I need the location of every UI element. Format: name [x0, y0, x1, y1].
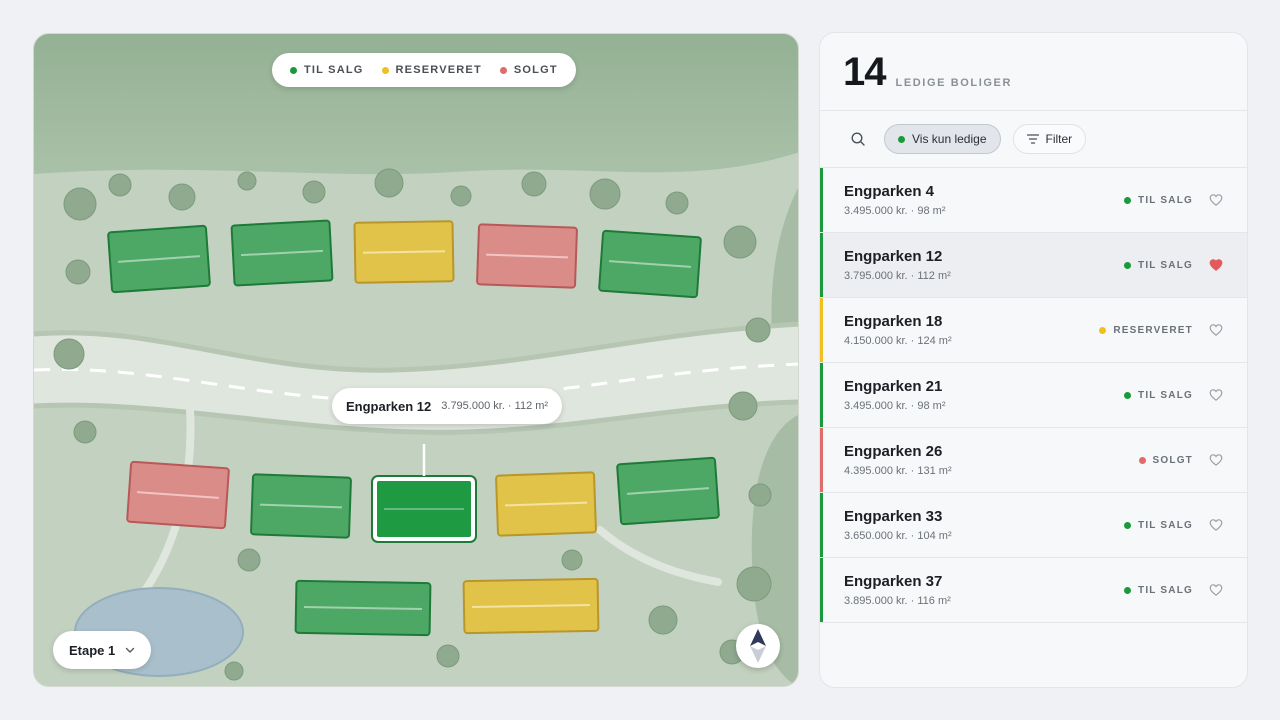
- site-map[interactable]: TIL SALG RESERVERET SOLGT Engparken 12 3…: [33, 33, 799, 687]
- status-label: TIL SALG: [1138, 584, 1193, 596]
- status-badge: TIL SALG: [1124, 585, 1193, 596]
- show-available-only-chip[interactable]: Vis kun ledige: [884, 124, 1001, 154]
- heart-icon[interactable]: [1209, 453, 1223, 467]
- listing-meta: 3.495.000 kr. · 98 m²: [844, 400, 946, 412]
- status-dot-icon: [381, 66, 389, 74]
- listing-row[interactable]: Engparken 33 3.650.000 kr. · 104 m² TIL …: [820, 493, 1247, 558]
- listing-row[interactable]: Engparken 37 3.895.000 kr. · 116 m² TIL …: [820, 558, 1247, 623]
- legend-label: RESERVERET: [395, 64, 482, 76]
- status-bar: [820, 493, 823, 557]
- status-dot-icon: [1124, 196, 1132, 204]
- legend-label: SOLGT: [513, 64, 558, 76]
- status-legend: TIL SALG RESERVERET SOLGT: [272, 53, 576, 87]
- listing-meta: 3.650.000 kr. · 104 m²: [844, 530, 952, 542]
- listing-meta: 3.495.000 kr. · 98 m²: [844, 205, 946, 217]
- status-dot-icon: [290, 66, 297, 74]
- stage-selector[interactable]: Etape 1: [53, 631, 152, 669]
- legend-label: TIL SALG: [304, 64, 364, 76]
- tooltip-meta: 3.795.000 kr. · 112 m²: [441, 400, 549, 412]
- listing-name: Engparken 18: [844, 313, 943, 330]
- listing-text: Engparken 4 3.495.000 kr. · 98 m²: [844, 183, 1124, 217]
- available-count-label: LEDIGE BOLIGER: [895, 77, 1013, 89]
- listing-row[interactable]: Engparken 18 4.150.000 kr. · 124 m² RESE…: [820, 298, 1247, 363]
- compass-button[interactable]: [736, 624, 780, 668]
- listing-row[interactable]: Engparken 12 3.795.000 kr. · 112 m² TIL …: [820, 233, 1247, 298]
- listings-panel: 14 LEDIGE BOLIGER Vis kun ledige Filter …: [819, 32, 1248, 688]
- status-bar: [820, 233, 823, 297]
- filter-toolbar: Vis kun ledige Filter: [820, 111, 1247, 168]
- legend-item-solgt: SOLGT: [499, 64, 558, 76]
- legend-item-reserveret: RESERVERET: [381, 64, 482, 76]
- panel-header: 14 LEDIGE BOLIGER: [820, 33, 1247, 111]
- stage-label: Etape 1: [69, 642, 116, 658]
- listing-text: Engparken 21 3.495.000 kr. · 98 m²: [844, 378, 1124, 412]
- compass-icon: [750, 629, 766, 663]
- status-label: TIL SALG: [1138, 389, 1193, 401]
- heart-icon[interactable]: [1209, 583, 1223, 597]
- status-bar: [820, 428, 823, 492]
- chip-label: Vis kun ledige: [912, 132, 987, 146]
- status-label: RESERVERET: [1113, 324, 1193, 336]
- status-dot-icon: [1138, 456, 1146, 464]
- listing-text: Engparken 37 3.895.000 kr. · 116 m²: [844, 573, 1124, 607]
- heart-icon[interactable]: [1209, 388, 1223, 402]
- status-dot-icon: [898, 135, 905, 143]
- status-badge: TIL SALG: [1124, 260, 1193, 271]
- tooltip-name: Engparken 12: [346, 398, 432, 414]
- listing-text: Engparken 18 4.150.000 kr. · 124 m²: [844, 313, 1099, 347]
- status-label: TIL SALG: [1138, 194, 1193, 206]
- status-label: SOLGT: [1152, 454, 1193, 466]
- available-count: 14: [843, 50, 886, 94]
- listing-row[interactable]: Engparken 26 4.395.000 kr. · 131 m² SOLG…: [820, 428, 1247, 493]
- listing-meta: 3.895.000 kr. · 116 m²: [844, 595, 951, 607]
- status-label: TIL SALG: [1138, 519, 1193, 531]
- listing-name: Engparken 12: [844, 248, 943, 265]
- status-label: TIL SALG: [1138, 259, 1193, 271]
- listing-name: Engparken 26: [844, 443, 943, 460]
- status-badge: RESERVERET: [1099, 325, 1193, 336]
- chip-label: Filter: [1045, 132, 1073, 146]
- listing-row[interactable]: Engparken 21 3.495.000 kr. · 98 m² TIL S…: [820, 363, 1247, 428]
- status-bar: [820, 298, 823, 362]
- listings-list: Engparken 4 3.495.000 kr. · 98 m² TIL SA…: [820, 168, 1247, 623]
- status-dot-icon: [1124, 391, 1132, 399]
- status-badge: TIL SALG: [1124, 390, 1193, 401]
- plot-tooltip: Engparken 12 3.795.000 kr. · 112 m²: [332, 388, 563, 424]
- listing-text: Engparken 26 4.395.000 kr. · 131 m²: [844, 443, 1139, 477]
- site-plan-drawing: [34, 34, 798, 686]
- status-dot-icon: [1124, 586, 1132, 594]
- listing-name: Engparken 4: [844, 183, 935, 200]
- heart-icon[interactable]: [1209, 258, 1223, 272]
- filter-icon: [1026, 134, 1039, 144]
- listing-meta: 4.150.000 kr. · 124 m²: [844, 335, 952, 347]
- chevron-down-icon: [126, 647, 135, 653]
- status-badge: TIL SALG: [1124, 195, 1193, 206]
- filter-button[interactable]: Filter: [1012, 124, 1087, 154]
- listing-text: Engparken 33 3.650.000 kr. · 104 m²: [844, 508, 1124, 542]
- listing-name: Engparken 33: [844, 508, 943, 525]
- listing-name: Engparken 21: [844, 378, 943, 395]
- legend-item-til-salg: TIL SALG: [290, 64, 364, 76]
- status-bar: [820, 363, 823, 427]
- heart-icon[interactable]: [1209, 518, 1223, 532]
- heart-icon[interactable]: [1209, 323, 1223, 337]
- listing-text: Engparken 12 3.795.000 kr. · 112 m²: [844, 248, 1124, 282]
- status-dot-icon: [1124, 261, 1132, 269]
- status-badge: SOLGT: [1138, 454, 1193, 466]
- status-badge: TIL SALG: [1124, 520, 1193, 531]
- listing-meta: 3.795.000 kr. · 112 m²: [844, 270, 951, 282]
- heart-icon[interactable]: [1209, 193, 1223, 207]
- listing-row[interactable]: Engparken 4 3.495.000 kr. · 98 m² TIL SA…: [820, 168, 1247, 233]
- listing-meta: 4.395.000 kr. · 131 m²: [844, 465, 952, 477]
- status-dot-icon: [1124, 521, 1132, 529]
- status-dot-icon: [1099, 326, 1107, 334]
- search-icon[interactable]: [850, 131, 866, 147]
- listing-name: Engparken 37: [844, 573, 943, 590]
- status-bar: [820, 558, 823, 622]
- status-bar: [820, 168, 823, 232]
- status-dot-icon: [499, 66, 507, 74]
